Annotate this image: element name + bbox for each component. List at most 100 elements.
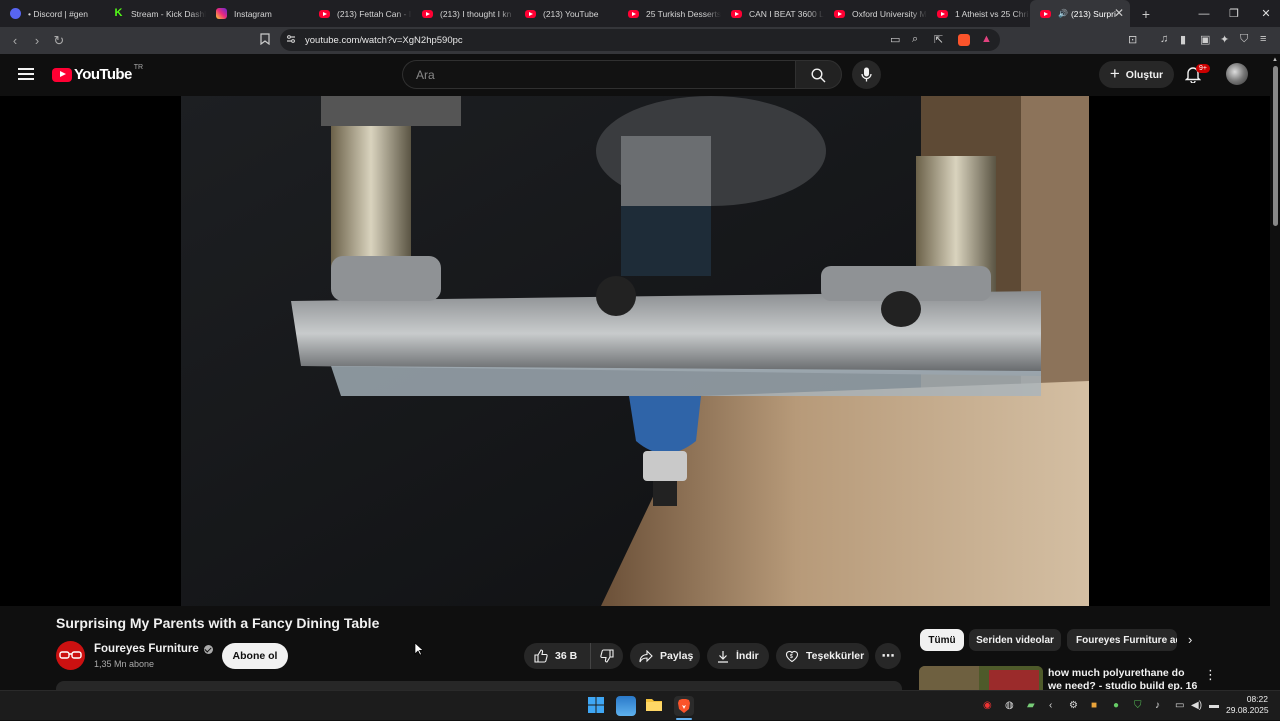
minimize-icon[interactable]: — [1188, 0, 1220, 27]
thumbnail-image [919, 666, 1043, 690]
browser-tab[interactable]: CAN I BEAT 3600 LB [721, 0, 824, 27]
clock[interactable]: 08:22 29.08.2025 [1226, 694, 1269, 716]
network-icon[interactable]: ▭ [1175, 700, 1184, 711]
video-player[interactable] [0, 96, 1270, 606]
recommendation-title[interactable]: how much polyurethane do we need? - stud… [1048, 667, 1198, 690]
forward-icon[interactable]: › [26, 30, 48, 52]
youtube-icon [834, 9, 845, 18]
speaker-icon[interactable]: 🔊 [1058, 9, 1068, 18]
dislike-button[interactable] [591, 643, 622, 669]
window-close-icon[interactable]: ✕ [1250, 0, 1280, 27]
new-tab-icon[interactable]: + [1134, 6, 1158, 22]
create-label: Oluştur [1125, 68, 1164, 81]
search-button[interactable] [795, 60, 842, 89]
notification-badge: 9+ [1196, 64, 1210, 73]
close-tab-icon[interactable]: ✕ [1114, 6, 1124, 20]
voice-search-button[interactable] [852, 60, 881, 89]
download-label: İndir [736, 650, 759, 662]
recommendation-thumbnail[interactable] [919, 666, 1043, 690]
youtube-logo[interactable]: YouTube TR [52, 64, 143, 83]
browser-tab[interactable]: (213) YouTube [515, 0, 618, 27]
like-button[interactable]: 36 B [524, 643, 591, 669]
scroll-up-icon[interactable]: ▲ [1272, 57, 1278, 63]
chip-all[interactable]: Tümü [920, 629, 964, 651]
battery-icon[interactable]: ▬ [1209, 700, 1219, 711]
scrollbar-thumb[interactable] [1273, 66, 1278, 226]
recommendation-menu-icon[interactable]: ⋮ [1204, 667, 1217, 683]
site-settings-icon[interactable] [286, 34, 296, 47]
share-icon [639, 649, 653, 662]
more-actions-button[interactable]: ⋯ [875, 643, 901, 669]
nvidia-icon[interactable]: ▰ [1027, 700, 1035, 711]
tray-chevron-icon[interactable]: ‹ [1049, 700, 1052, 711]
security-icon[interactable]: ⛉ [1134, 700, 1142, 711]
tray-app2-icon[interactable]: ■ [1091, 700, 1097, 711]
search-icon [811, 68, 826, 83]
hamburger-menu-icon[interactable] [18, 68, 34, 80]
brave-browser-icon[interactable] [674, 696, 694, 716]
search-input[interactable]: Ara [402, 60, 796, 89]
windows-taskbar: ◉ ◍ ▰ ‹ ⚙ ■ ● ⛉ ♪ ▭ ◀) ▬ 08:22 29.08.202… [0, 690, 1280, 720]
cast-icon[interactable]: ▭ [890, 33, 900, 46]
instagram-icon [216, 8, 227, 19]
account-avatar[interactable] [1226, 63, 1248, 85]
browser-tab[interactable]: (213) I thought I kn [412, 0, 515, 27]
thumbs-up-icon [534, 649, 548, 663]
search-placeholder: Ara [416, 68, 435, 82]
screenshot-icon[interactable]: ⊡ [1128, 33, 1137, 46]
clock-time: 08:22 [1246, 694, 1268, 704]
back-icon[interactable]: ‹ [4, 30, 26, 52]
browser-tab[interactable]: 25 Turkish Desserts [618, 0, 721, 27]
subscribe-button[interactable]: Abone ol [222, 643, 288, 669]
widgets-icon[interactable] [616, 696, 636, 716]
vpn-icon[interactable]: ⛉ [1240, 33, 1248, 46]
browser-tab[interactable]: K Stream - Kick Dashb [103, 0, 206, 27]
tab-label: Instagram [234, 8, 272, 19]
browser-tab-active[interactable]: 🔊 (213) Surpri ✕ [1030, 0, 1130, 27]
sidebar-icon[interactable]: ▮ [1180, 33, 1186, 46]
thumbs-down-icon [599, 649, 614, 663]
youtube-header: YouTube TR Ara + Oluştur 9+ [0, 54, 1280, 96]
browser-tab[interactable]: 1 Atheist vs 25 Chri [927, 0, 1030, 27]
leo-ai-icon[interactable]: ✦ [1220, 33, 1229, 46]
tab-label: (213) Surpri [1070, 8, 1116, 19]
chevron-right-icon[interactable]: › [1188, 632, 1192, 647]
reload-icon[interactable]: ↻ [48, 30, 70, 52]
browser-tab[interactable]: (213) Fettah Can - I [309, 0, 412, 27]
browser-tab[interactable]: Instagram [206, 0, 309, 27]
microphone-tray-icon[interactable]: ♪ [1155, 700, 1160, 711]
page-scrollbar[interactable]: ▲ ▼ [1271, 56, 1280, 706]
url-text: youtube.com/watch?v=XgN2hp590pc [305, 35, 463, 46]
share-page-icon[interactable]: ⇱ [934, 33, 943, 46]
channel-name-link[interactable]: Foureyes Furniture [94, 643, 213, 655]
mouse-cursor-icon [414, 642, 423, 656]
brave-rewards-icon[interactable]: ▲ [981, 33, 992, 45]
volume-icon[interactable]: ◀) [1191, 700, 1202, 711]
menu-icon[interactable]: ≡ [1260, 33, 1266, 45]
browser-tab[interactable]: Oxford University M [824, 0, 927, 27]
media-icon[interactable]: ♫ [1160, 33, 1168, 45]
maximize-icon[interactable]: ❐ [1218, 0, 1250, 27]
thanks-button[interactable]: $ Teşekkürler [776, 643, 869, 669]
zoom-icon[interactable]: ⌕ [912, 33, 918, 46]
file-explorer-icon[interactable] [645, 696, 665, 716]
brave-shields-icon[interactable] [958, 34, 970, 46]
bookmark-icon[interactable] [260, 33, 270, 48]
create-button[interactable]: + Oluştur [1099, 61, 1174, 88]
share-button[interactable]: Paylaş [630, 643, 700, 669]
channel-avatar[interactable] [56, 641, 85, 670]
steam-icon[interactable]: ◍ [1005, 700, 1014, 711]
like-dislike-group: 36 B [524, 643, 623, 669]
gear-icon[interactable]: ⚙ [1069, 700, 1078, 711]
browser-tab[interactable]: • Discord | #gen [0, 0, 103, 27]
chip-channel[interactable]: Foureyes Furniture ad [1067, 629, 1177, 651]
channel-logo-icon [59, 651, 82, 659]
tray-app-icon[interactable]: ◉ [983, 700, 992, 711]
wallet-icon[interactable]: ▣ [1200, 33, 1210, 46]
start-icon[interactable] [587, 696, 607, 716]
youtube-logo-text: YouTube [74, 66, 132, 83]
tray-app3-icon[interactable]: ● [1113, 700, 1119, 711]
chip-series[interactable]: Seriden videolar [969, 629, 1061, 651]
tab-label: (213) YouTube [543, 8, 599, 19]
download-button[interactable]: İndir [707, 643, 769, 669]
